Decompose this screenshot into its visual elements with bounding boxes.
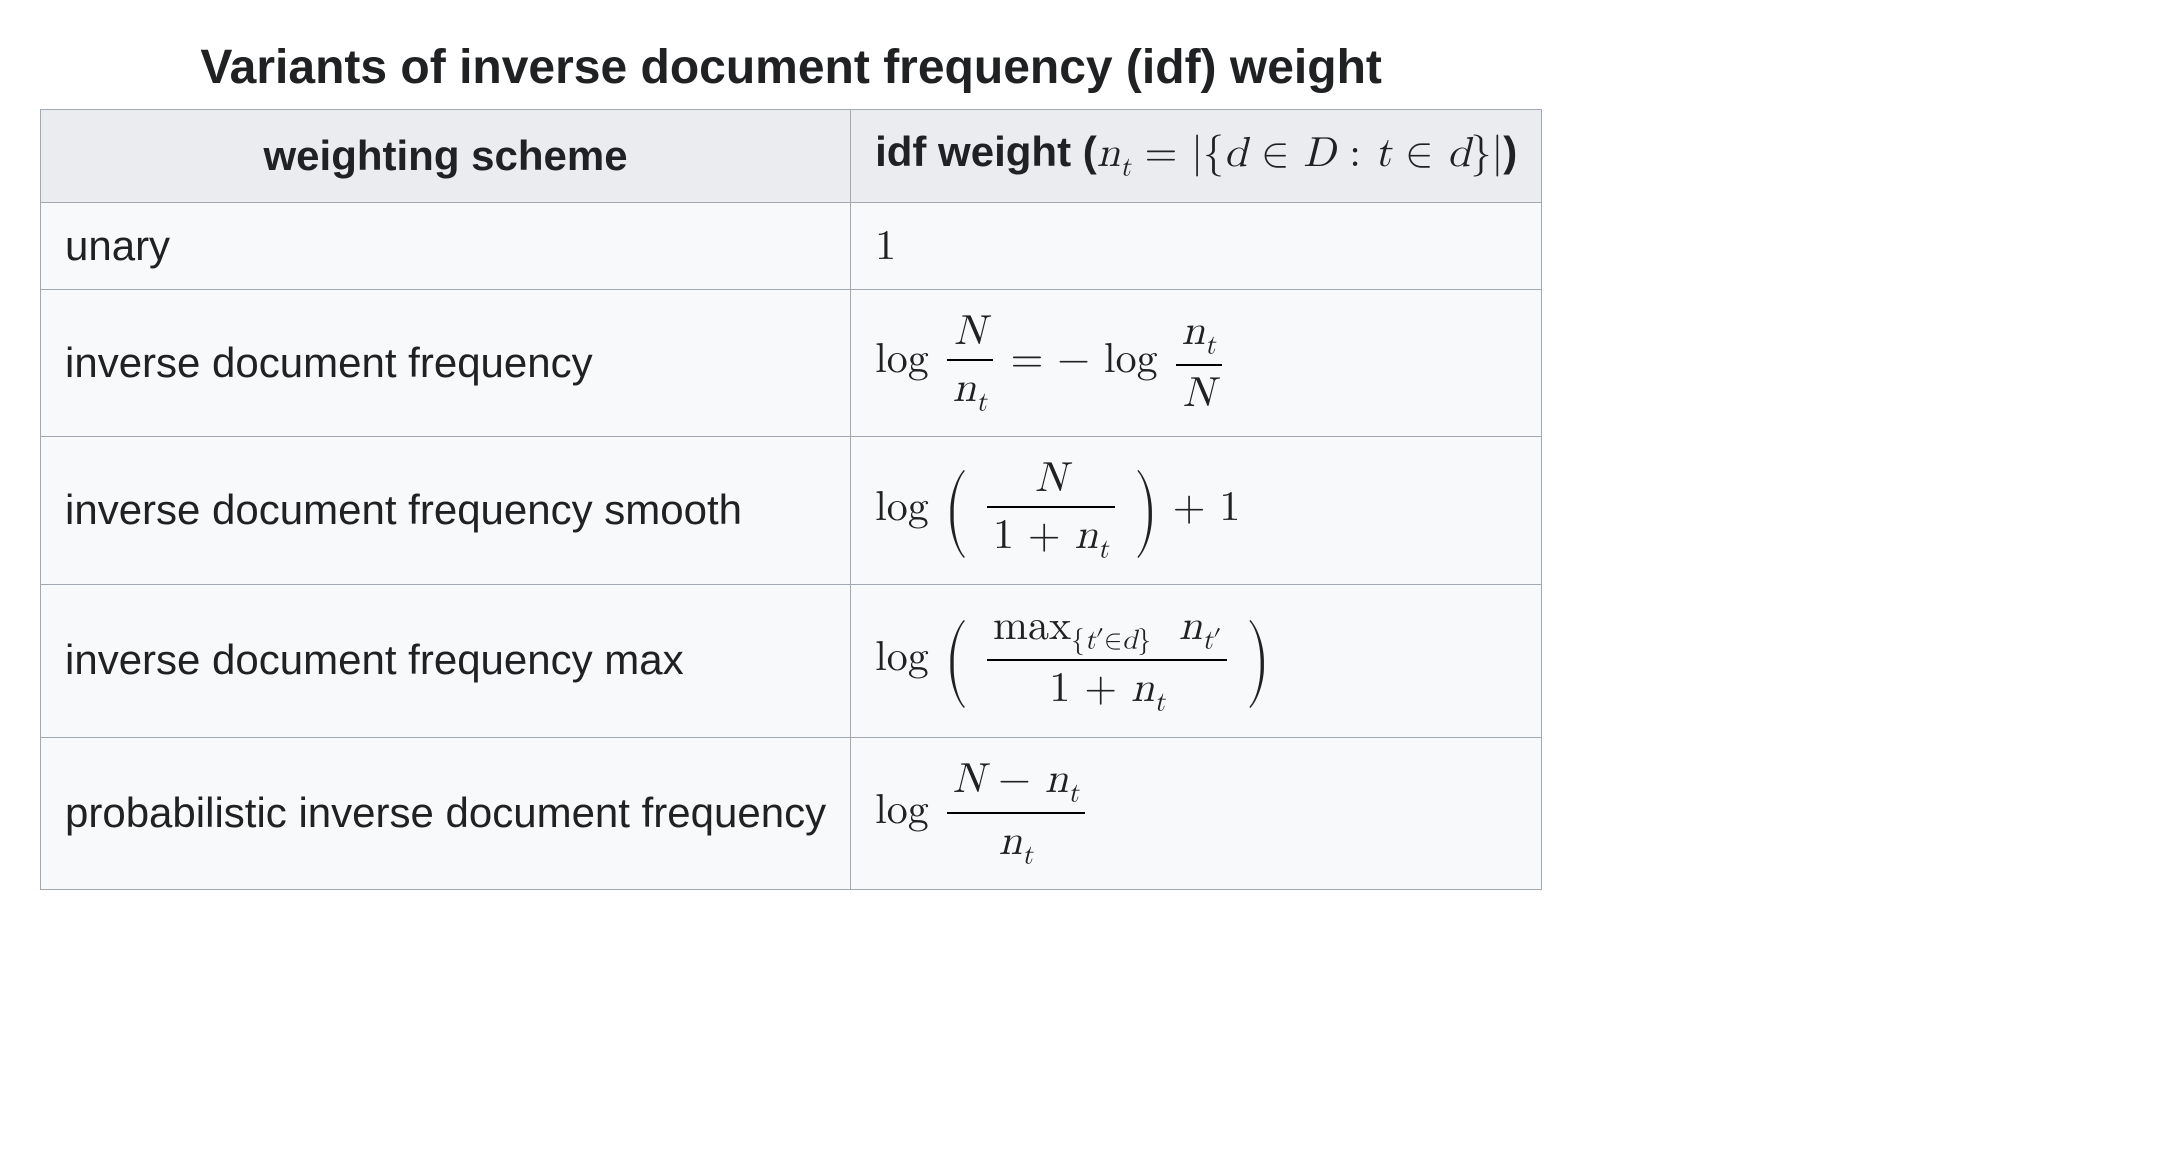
- frac-max-over-1plusnt: max{t′∈d} nt′ 1 + nt: [987, 603, 1227, 719]
- rparen: ): [1246, 621, 1270, 700]
- scheme-unary: unary: [41, 202, 851, 289]
- table-row: inverse document frequency max log ( max…: [41, 584, 1542, 737]
- idf-header-definition: nt = |{d ∈ D : t ∈ d}|: [1097, 133, 1503, 175]
- scheme-prob-idf: probabilistic inverse document frequency: [41, 737, 851, 890]
- weight-unary-value: 1: [875, 226, 896, 268]
- one-plus: 1 +: [993, 515, 1075, 557]
- formula-idf: log N nt = − log nt N: [875, 339, 1225, 381]
- col-header-scheme: weighting scheme: [41, 110, 851, 203]
- weight-unary: 1: [851, 202, 1542, 289]
- op-log: log: [875, 637, 929, 679]
- equals: =: [1011, 339, 1058, 381]
- op-log: log: [875, 790, 929, 832]
- elem-of-2: ∈: [1391, 133, 1447, 175]
- var-D: D: [1303, 133, 1335, 175]
- var-d: d: [1224, 133, 1247, 175]
- colon: :: [1335, 133, 1375, 175]
- table-row: unary 1: [41, 202, 1542, 289]
- frac-N-over-nt: N nt: [947, 308, 993, 418]
- frac-N-over-1plusnt: N 1 + nt: [987, 455, 1115, 565]
- var-n: n: [953, 368, 976, 410]
- idf-variants-table: Variants of inverse document frequency (…: [40, 30, 1542, 890]
- op-max: max: [993, 606, 1071, 648]
- table-caption: Variants of inverse document frequency (…: [40, 30, 1542, 109]
- var-d2: d: [1447, 133, 1470, 175]
- var-n: n: [1097, 133, 1120, 175]
- var-n: n: [1179, 606, 1202, 648]
- var-n: n: [999, 821, 1022, 863]
- formula-idf-max: log ( max{t′∈d} nt′ 1 + nt ): [875, 637, 1272, 679]
- minus: −: [984, 759, 1045, 801]
- frac-nt-over-N: nt N: [1176, 308, 1222, 418]
- op-log: log: [1104, 339, 1158, 381]
- scheme-idf: inverse document frequency: [41, 290, 851, 437]
- table-row: inverse document frequency smooth log ( …: [41, 437, 1542, 584]
- var-N: N: [1035, 458, 1067, 500]
- set-close: }|: [1471, 133, 1504, 175]
- var-N: N: [1183, 373, 1215, 415]
- unary-minus: −: [1057, 339, 1090, 381]
- table-row: inverse document frequency log N nt = − …: [41, 290, 1542, 437]
- weight-prob-idf: log N − nt nt: [851, 737, 1542, 890]
- plus-one: + 1: [1173, 487, 1241, 529]
- var-n: n: [1075, 515, 1098, 557]
- scheme-idf-smooth: inverse document frequency smooth: [41, 437, 851, 584]
- equals: =: [1131, 133, 1192, 175]
- var-n-sub-t: t: [1120, 155, 1131, 182]
- lparen: (: [944, 621, 968, 700]
- var-n-sub-t: t: [1022, 842, 1033, 869]
- elem-of: ∈: [1247, 133, 1303, 175]
- rparen: ): [1134, 471, 1158, 550]
- var-n-sub-t: t: [1098, 536, 1109, 563]
- var-t: t: [1375, 133, 1391, 175]
- var-n: n: [1045, 759, 1068, 801]
- one-plus: 1 +: [1049, 668, 1131, 710]
- set-open: |{: [1191, 133, 1224, 175]
- weight-idf-smooth: log ( N 1 + nt ) + 1: [851, 437, 1542, 584]
- max-subscript: {t′∈d}: [1071, 627, 1151, 654]
- frac-Nminusnt-over-nt: N − nt nt: [947, 756, 1085, 872]
- idf-header-prefix: idf weight (: [875, 128, 1097, 175]
- op-log: log: [875, 487, 929, 529]
- var-n-sub-t: t: [1154, 689, 1165, 716]
- var-n: n: [1182, 311, 1205, 353]
- var-n: n: [1131, 668, 1154, 710]
- weight-idf: log N nt = − log nt N: [851, 290, 1542, 437]
- table-row: probabilistic inverse document frequency…: [41, 737, 1542, 890]
- var-N: N: [954, 311, 986, 353]
- formula-prob-idf: log N − nt nt: [875, 790, 1089, 832]
- lparen: (: [944, 471, 968, 550]
- var-n-sub-t: t: [976, 389, 987, 416]
- var-n-sub-t: t: [1068, 780, 1079, 807]
- scheme-idf-max: inverse document frequency max: [41, 584, 851, 737]
- var-n-sub-t: t: [1205, 333, 1216, 360]
- table-header-row: weighting scheme idf weight (nt = |{d ∈ …: [41, 110, 1542, 203]
- idf-header-close-paren: ): [1503, 128, 1517, 175]
- col-header-idf-weight: idf weight (nt = |{d ∈ D : t ∈ d}|): [851, 110, 1542, 203]
- op-log: log: [875, 339, 929, 381]
- weight-idf-max: log ( max{t′∈d} nt′ 1 + nt ): [851, 584, 1542, 737]
- var-n-sub-tprime: t′: [1202, 627, 1221, 654]
- formula-idf-smooth: log ( N 1 + nt ) + 1: [875, 487, 1240, 529]
- var-N: N: [953, 759, 985, 801]
